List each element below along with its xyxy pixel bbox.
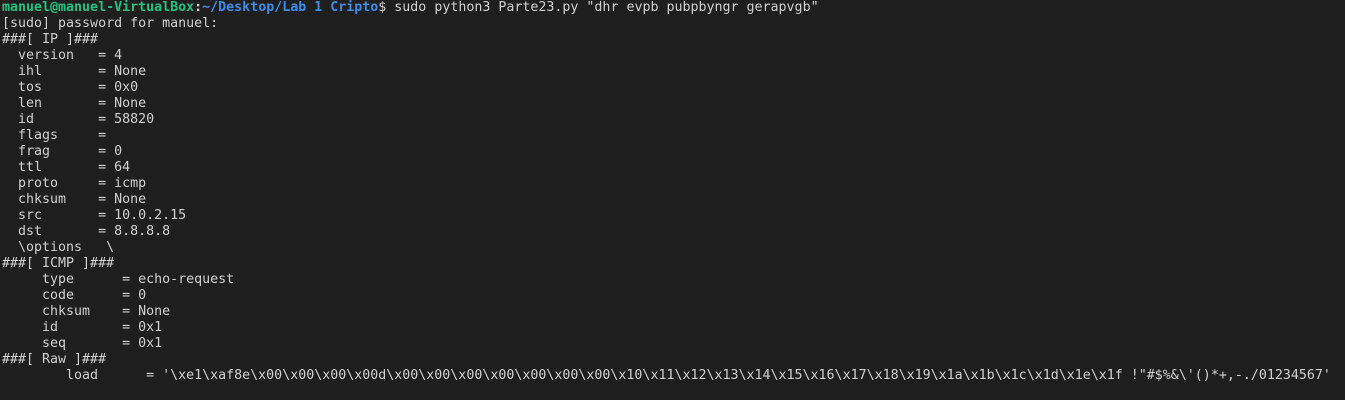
terminal-output: [sudo] password for manuel: ###[ IP ]### … xyxy=(2,16,1343,384)
output-line: ###[ Raw ]### xyxy=(2,352,107,367)
output-line: [sudo] password for manuel: xyxy=(2,16,219,31)
output-line: ###[ ICMP ]### xyxy=(2,256,115,271)
output-line: tos = 0x0 xyxy=(2,80,139,95)
output-line: len = None xyxy=(2,96,147,111)
output-line: seq = 0x1 xyxy=(2,336,163,351)
output-line: \options \ xyxy=(2,240,115,255)
output-line: frag = 0 xyxy=(2,144,123,159)
prompt-line: manuel@manuel-VirtualBox:~/Desktop/Lab 1… xyxy=(2,0,1343,16)
output-line: ###[ IP ]### xyxy=(2,32,99,47)
output-line: load = '\xe1\xaf8e\x00\x00\x00\x00d\x00\… xyxy=(2,368,1331,383)
output-line: chksum = None xyxy=(2,192,147,207)
output-line: code = 0 xyxy=(2,288,147,303)
output-line: id = 0x1 xyxy=(2,320,163,335)
output-line: chksum = None xyxy=(2,304,171,319)
output-line: flags = xyxy=(2,128,107,143)
output-line: id = 58820 xyxy=(2,112,155,127)
prompt-separator: : xyxy=(194,0,203,15)
output-line: version = 4 xyxy=(2,48,123,63)
output-line: type = echo-request xyxy=(2,272,235,287)
output-line: ihl = None xyxy=(2,64,147,79)
output-line: src = 10.0.2.15 xyxy=(2,208,187,223)
prompt-user-host: manuel@manuel-VirtualBox xyxy=(2,0,195,15)
prompt-command: $ sudo python3 Parte23.py "dhr evpb pubp… xyxy=(378,0,819,15)
output-line: dst = 8.8.8.8 xyxy=(2,224,171,239)
output-line: ttl = 64 xyxy=(2,160,131,175)
terminal-window[interactable]: manuel@manuel-VirtualBox:~/Desktop/Lab 1… xyxy=(0,0,1345,400)
prompt-path: ~/Desktop/Lab 1 Cripto xyxy=(202,0,379,15)
output-line: proto = icmp xyxy=(2,176,147,191)
